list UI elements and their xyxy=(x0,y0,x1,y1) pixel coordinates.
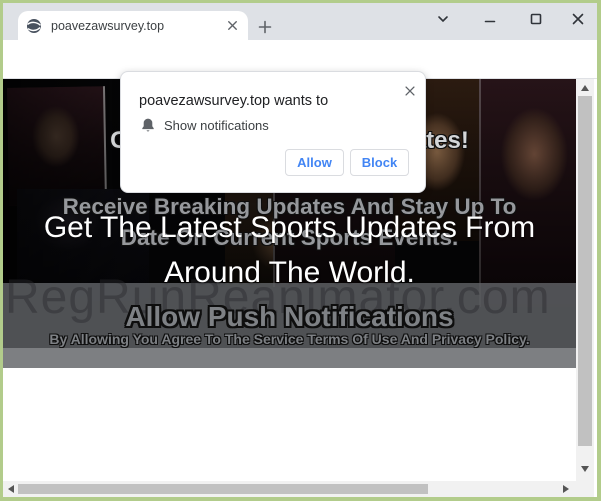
tab-close-icon[interactable] xyxy=(225,18,240,33)
scrollbar-corner xyxy=(576,481,594,497)
scroll-up-arrow-icon[interactable] xyxy=(581,85,589,91)
headline-line-2: Around The World. xyxy=(3,250,576,295)
horizontal-scrollbar-thumb[interactable] xyxy=(18,484,428,494)
permission-label: Show notifications xyxy=(164,118,269,133)
tab-strip: poavezawsurvey.top xyxy=(3,3,597,40)
push-cta-text: Allow Push Notifications xyxy=(3,301,576,333)
headline-line-1: Get The Latest Sports Updates From xyxy=(3,205,576,250)
notification-permission-dialog: poavezawsurvey.top wants to Show notific… xyxy=(120,71,426,193)
window-minimize-button[interactable] xyxy=(481,10,499,28)
dialog-close-icon[interactable] xyxy=(402,83,418,99)
vertical-scrollbar-thumb[interactable] xyxy=(578,96,592,446)
browser-window: poavezawsurvey.top xyxy=(0,0,601,501)
scroll-down-arrow-icon[interactable] xyxy=(581,466,589,472)
new-tab-button[interactable] xyxy=(256,18,274,36)
notification-bell-icon xyxy=(140,117,156,134)
browser-tab[interactable]: poavezawsurvey.top xyxy=(18,11,248,40)
block-button[interactable]: Block xyxy=(350,149,409,176)
scroll-left-arrow-icon[interactable] xyxy=(8,485,14,493)
terms-text: By Allowing You Agree To The Service Ter… xyxy=(3,331,576,347)
vertical-scrollbar[interactable] xyxy=(576,79,594,481)
window-maximize-button[interactable] xyxy=(527,10,545,28)
dialog-origin-text: poavezawsurvey.top wants to xyxy=(139,93,328,109)
window-close-button[interactable] xyxy=(569,10,587,28)
tab-title: poavezawsurvey.top xyxy=(51,19,225,33)
scroll-right-arrow-icon[interactable] xyxy=(563,485,569,493)
site-favicon-globe-icon xyxy=(26,18,42,34)
hero-headline-main: Get The Latest Sports Updates From Aroun… xyxy=(3,205,576,295)
allow-button[interactable]: Allow xyxy=(285,149,344,176)
horizontal-scrollbar[interactable] xyxy=(3,481,576,497)
window-chevron-down-icon[interactable] xyxy=(434,10,452,28)
